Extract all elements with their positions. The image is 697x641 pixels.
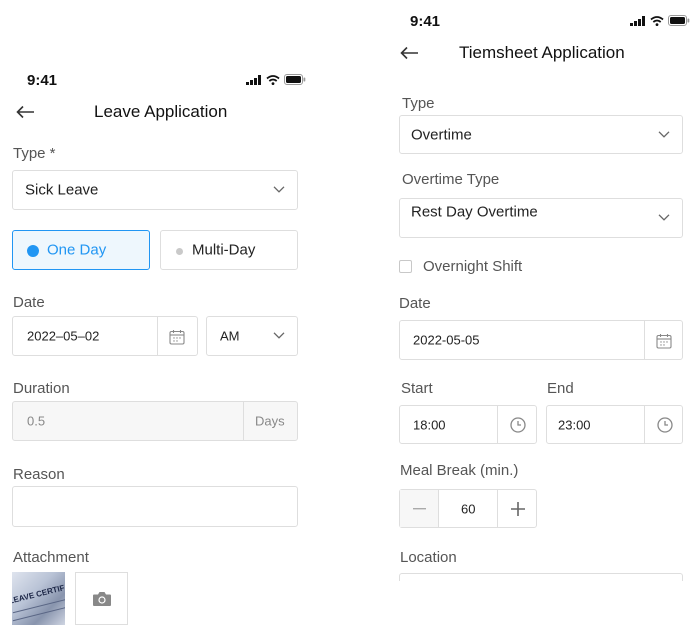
date-field[interactable]: 2022–05–02 — [12, 316, 198, 356]
battery-icon — [668, 15, 690, 26]
add-photo-button[interactable] — [75, 572, 128, 625]
page-title: Leave Application — [94, 102, 228, 121]
end-label: End — [547, 380, 574, 397]
one-day-option[interactable]: One Day — [12, 230, 150, 270]
chevron-down-icon — [658, 130, 670, 138]
period-value: AM — [220, 328, 240, 344]
clock-icon[interactable] — [510, 417, 526, 433]
reason-input[interactable] — [12, 486, 298, 527]
date-value: 2022-05-05 — [413, 332, 480, 348]
signal-icon — [246, 74, 261, 85]
meal-break-stepper[interactable]: 60 — [399, 489, 537, 528]
overnight-shift-label: Overnight Shift — [423, 258, 523, 275]
signal-icon — [630, 15, 645, 26]
overtime-type-value: Rest Day Overtime — [411, 203, 538, 221]
leave-type-select[interactable]: Sick Leave — [12, 170, 298, 210]
start-time-field[interactable]: 18:00 — [399, 405, 537, 444]
overtime-type-label: Overtime Type — [402, 171, 500, 188]
radio-selected-icon — [27, 245, 39, 257]
wifi-icon — [650, 15, 664, 26]
start-time-value: 18:00 — [413, 417, 446, 432]
chevron-down-icon — [273, 186, 285, 193]
back-arrow-icon[interactable] — [16, 105, 35, 119]
type-label: Type — [402, 95, 435, 112]
attachment-thumbnail[interactable]: LEAVE CERTIF — [12, 572, 65, 625]
end-time-field[interactable]: 23:00 — [546, 405, 683, 444]
chevron-down-icon — [658, 214, 670, 221]
back-arrow-icon[interactable] — [400, 46, 419, 60]
chevron-down-icon — [273, 332, 285, 339]
overnight-shift-checkbox[interactable] — [399, 260, 412, 273]
duration-unit: Days — [255, 413, 285, 429]
page-title: Tiemsheet Application — [459, 43, 625, 62]
date-label: Date — [13, 294, 45, 311]
multi-day-option[interactable]: Multi-Day — [160, 230, 298, 270]
one-day-label: One Day — [47, 241, 107, 259]
calendar-icon[interactable] — [169, 329, 185, 345]
screen-fade — [395, 581, 687, 641]
date-value: 2022–05–02 — [27, 328, 100, 344]
meal-break-value: 60 — [461, 501, 476, 516]
multi-day-label: Multi-Day — [192, 241, 256, 259]
timesheet-type-select[interactable]: Overtime — [399, 115, 683, 154]
wifi-icon — [266, 74, 280, 85]
timesheet-type-value: Overtime — [411, 126, 472, 143]
type-label: Type * — [13, 145, 56, 162]
status-time: 9:41 — [27, 72, 58, 89]
overtime-type-select[interactable]: Rest Day Overtime — [399, 198, 683, 238]
location-label: Location — [400, 549, 457, 566]
minus-icon — [413, 508, 426, 510]
camera-icon — [93, 592, 111, 606]
date-label: Date — [399, 295, 431, 312]
period-select[interactable]: AM — [206, 316, 298, 356]
calendar-icon[interactable] — [656, 333, 672, 349]
start-label: Start — [401, 380, 433, 397]
increment-button[interactable] — [497, 490, 536, 527]
duration-field: 0.5 Days — [12, 401, 298, 441]
reason-label: Reason — [13, 466, 65, 483]
radio-unselected-icon — [176, 248, 183, 255]
battery-icon — [284, 74, 306, 85]
end-time-value: 23:00 — [558, 417, 591, 432]
clock-icon[interactable] — [657, 417, 673, 433]
status-time: 9:41 — [410, 13, 441, 30]
meal-break-label: Meal Break (min.) — [400, 462, 519, 479]
date-field[interactable]: 2022-05-05 — [399, 320, 683, 360]
attachment-label: Attachment — [13, 549, 89, 566]
decrement-button[interactable] — [400, 490, 439, 527]
duration-label: Duration — [13, 380, 70, 397]
status-icons — [630, 15, 690, 26]
status-icons — [246, 74, 306, 85]
duration-value: 0.5 — [27, 413, 46, 429]
thumbnail-text: LEAVE CERTIF — [12, 583, 65, 606]
leave-type-value: Sick Leave — [25, 181, 99, 199]
plus-icon — [511, 502, 525, 516]
